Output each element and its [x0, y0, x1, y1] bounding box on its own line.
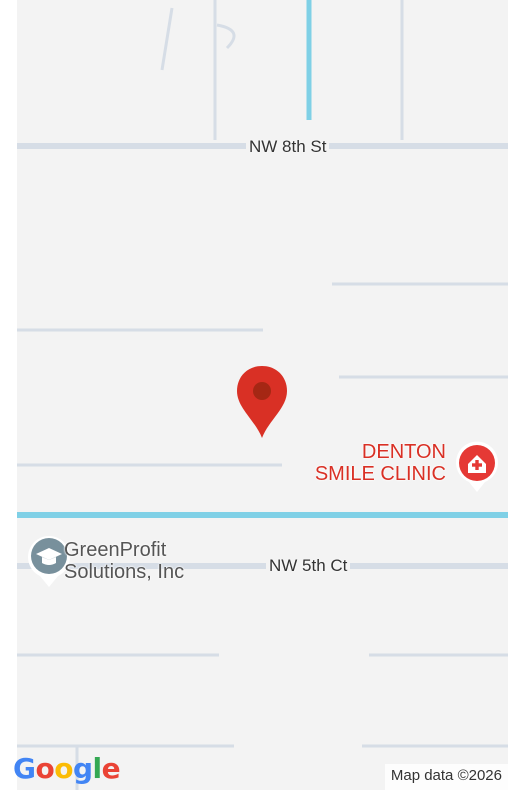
- minor-road: [160, 7, 174, 71]
- logo-letter: e: [101, 752, 121, 785]
- poi-denton-smile-clinic[interactable]: DENTON SMILE CLINIC: [315, 441, 446, 485]
- poi-label-line2: Solutions, Inc: [64, 561, 185, 583]
- map-attribution[interactable]: Map data ©2026: [384, 764, 508, 790]
- map-canvas[interactable]: NW 8th St NW 5th Ct DENTON SMILE CLINIC …: [17, 0, 508, 790]
- logo-letter: G: [13, 752, 36, 785]
- street-label-nw-8th-st: NW 8th St: [246, 137, 330, 157]
- minor-road: [216, 23, 236, 50]
- logo-letter: o: [35, 752, 55, 785]
- poi-greenprofit-solutions[interactable]: GreenProfit Solutions, Inc: [64, 539, 184, 583]
- poi-label-line1: GreenProfit: [64, 539, 167, 561]
- poi-label-line2: SMILE CLINIC: [314, 463, 446, 485]
- street-label-nw-5th-ct: NW 5th Ct: [266, 556, 351, 576]
- logo-letter: l: [92, 752, 103, 785]
- map-pin-icon[interactable]: [235, 364, 289, 440]
- logo-letter: g: [72, 752, 93, 785]
- poi-label-line1: DENTON: [361, 441, 446, 463]
- google-logo: Google: [13, 752, 121, 786]
- medical-cross-icon[interactable]: [454, 440, 500, 494]
- logo-letter: o: [54, 752, 73, 785]
